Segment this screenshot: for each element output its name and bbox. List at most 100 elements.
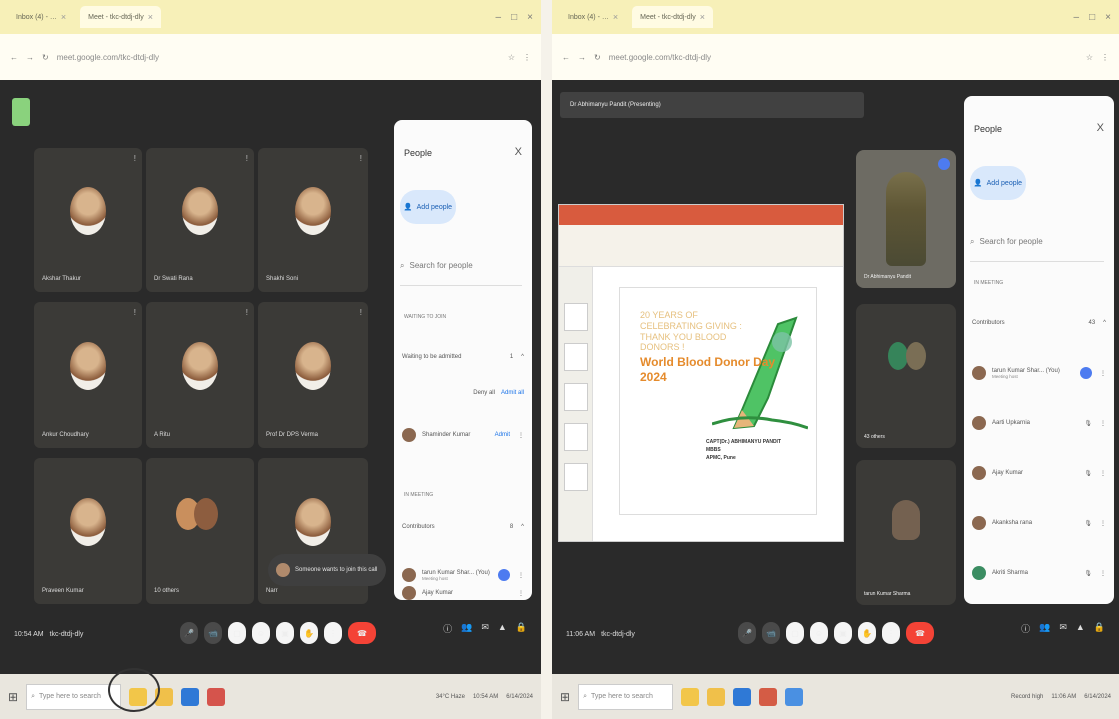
star-icon[interactable]: ☆ [1086, 53, 1093, 62]
activities-icon[interactable]: ▲ [498, 622, 507, 635]
lock-icon[interactable]: 🔒 [1094, 622, 1105, 635]
mic-button[interactable]: 🎤 [180, 622, 198, 644]
chrome-icon[interactable] [207, 687, 226, 706]
admit-button[interactable]: Admit [495, 432, 510, 438]
more-options-icon[interactable]: ⋮ [518, 432, 524, 439]
refresh-icon[interactable]: ↻ [594, 53, 601, 62]
more-button[interactable]: ⋮ [882, 622, 900, 644]
camera-button[interactable]: 📹 [204, 622, 222, 644]
participant-tile[interactable]: A Ritu! [146, 302, 254, 448]
back-icon[interactable]: ← [10, 53, 18, 62]
more-options-icon[interactable]: ⋮ [1100, 570, 1106, 577]
edge-browser-icon[interactable] [733, 687, 752, 706]
slide-thumb[interactable] [564, 463, 588, 491]
more-options-icon[interactable]: ⋮ [1100, 370, 1106, 377]
more-options-icon[interactable]: ⋮ [518, 572, 524, 579]
minimize-icon[interactable]: – [1074, 12, 1080, 23]
leave-call-button[interactable]: ☎ [348, 622, 376, 644]
info-icon[interactable]: ⓘ [1021, 622, 1030, 635]
chrome-icon[interactable] [785, 687, 804, 706]
camera-button[interactable]: 📹 [762, 622, 780, 644]
close-icon[interactable]: X [1097, 122, 1104, 134]
chat-icon[interactable]: ✉ [1059, 622, 1067, 635]
refresh-icon[interactable]: ↻ [42, 53, 49, 62]
leave-call-button[interactable]: ☎ [906, 622, 934, 644]
emoji-button[interactable]: ☺ [252, 622, 270, 644]
powerpoint-icon[interactable] [759, 687, 778, 706]
taskbar-search[interactable]: ⌕ Type here to search [578, 683, 674, 710]
close-window-icon[interactable]: × [527, 12, 533, 23]
contributors-row[interactable]: Contributors 43 ^ [972, 312, 1106, 334]
participant-tile[interactable]: Dr Swati Rana! [146, 148, 254, 292]
windows-start-icon[interactable]: ⊞ [8, 690, 18, 704]
activities-icon[interactable]: ▲ [1076, 622, 1085, 635]
more-options-icon[interactable]: ⋮ [518, 590, 524, 597]
people-icon[interactable]: 👥 [1039, 622, 1050, 635]
edge-browser-icon[interactable] [181, 687, 200, 706]
add-people-button[interactable]: 👤 Add people [970, 166, 1026, 200]
more-options-icon[interactable]: ⋮ [1100, 520, 1106, 527]
participant-tile[interactable]: Prof Dr DPS Verma! [258, 302, 368, 448]
more-button[interactable]: ⋮ [324, 622, 342, 644]
mic-off-icon[interactable]: 🎙 [1084, 470, 1092, 477]
participant-tile[interactable]: Shakhi Soni! [258, 148, 368, 292]
participant-tile[interactable]: Praveen Kumar [34, 458, 142, 604]
join-notification[interactable]: Someone wants to join this call [268, 554, 386, 586]
slide-thumb[interactable] [564, 343, 588, 371]
mic-off-icon[interactable]: 🎙 [1084, 570, 1092, 577]
forward-icon[interactable]: → [26, 53, 34, 62]
taskbar-search[interactable]: ⌕ Type here to search [26, 683, 122, 710]
slide-thumb[interactable] [564, 303, 588, 331]
more-icon[interactable]: ⋮ [523, 53, 531, 62]
more-options-icon[interactable]: ⋮ [1100, 420, 1106, 427]
present-button[interactable]: ▣ [834, 622, 852, 644]
admit-all-button[interactable]: Admit all [501, 390, 524, 396]
close-icon[interactable]: X [515, 146, 522, 158]
others-tile[interactable]: 43 others [856, 304, 956, 448]
windows-start-icon[interactable]: ⊞ [560, 690, 570, 704]
participant-tile[interactable]: tarun Kumar Sharma [856, 460, 956, 605]
deny-all-button[interactable]: Deny all [473, 390, 495, 396]
hand-button[interactable]: ✋ [858, 622, 876, 644]
star-icon[interactable]: ☆ [508, 53, 515, 62]
chat-icon[interactable]: ✉ [481, 622, 489, 635]
close-tab-icon[interactable]: × [148, 12, 153, 22]
presenter-video[interactable]: Dr Abhimanyu Pandit [856, 150, 956, 288]
add-people-button[interactable]: 👤 Add people [400, 190, 456, 224]
info-icon[interactable]: ⓘ [443, 622, 452, 635]
minimize-icon[interactable]: – [496, 12, 502, 23]
search-input[interactable]: ⌕ Search for people [970, 222, 1104, 262]
file-explorer-icon[interactable] [707, 687, 726, 706]
more-icon[interactable]: ⋮ [1101, 53, 1109, 62]
weather-app-icon[interactable] [681, 687, 700, 706]
url-field[interactable]: meet.google.com/tkc-dtdj-dly [57, 53, 500, 62]
close-tab-icon[interactable]: × [700, 12, 705, 22]
close-tab-icon[interactable]: × [613, 12, 618, 22]
contributors-row[interactable]: Contributors 8 ^ [402, 516, 524, 538]
lock-icon[interactable]: 🔒 [516, 622, 527, 635]
mic-off-icon[interactable]: 🎙 [1084, 520, 1092, 527]
captions-button[interactable]: ▢ [228, 622, 246, 644]
slide-thumb[interactable] [564, 423, 588, 451]
present-button[interactable]: ▣ [276, 622, 294, 644]
close-tab-icon[interactable]: × [61, 12, 66, 22]
back-icon[interactable]: ← [562, 53, 570, 62]
maximize-icon[interactable]: □ [1089, 12, 1095, 23]
participant-tile[interactable]: Akshar Thakur! [34, 148, 142, 292]
participant-tile[interactable]: Ankur Choudhary! [34, 302, 142, 448]
hand-button[interactable]: ✋ [300, 622, 318, 644]
captions-button[interactable]: ▢ [786, 622, 804, 644]
waiting-row[interactable]: Waiting to be admitted 1 ^ [402, 346, 524, 368]
url-field[interactable]: meet.google.com/tkc-dtdj-dly [609, 53, 1078, 62]
emoji-button[interactable]: ☺ [810, 622, 828, 644]
people-icon[interactable]: 👥 [461, 622, 472, 635]
participant-tile[interactable]: 10 others [146, 458, 254, 604]
mic-icon[interactable] [1080, 367, 1092, 379]
slide-thumb[interactable] [564, 383, 588, 411]
close-window-icon[interactable]: × [1105, 12, 1111, 23]
mic-off-icon[interactable]: 🎙 [1084, 420, 1092, 427]
maximize-icon[interactable]: □ [511, 12, 517, 23]
forward-icon[interactable]: → [578, 53, 586, 62]
mic-icon[interactable] [498, 569, 510, 581]
more-options-icon[interactable]: ⋮ [1100, 470, 1106, 477]
